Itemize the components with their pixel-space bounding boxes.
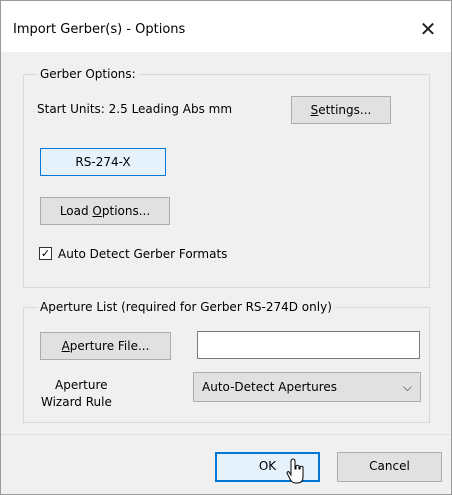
load-options-button-label: ptions... bbox=[101, 204, 151, 218]
auto-detect-label[interactable]: Auto Detect Gerber Formats bbox=[58, 247, 227, 261]
import-gerber-options-dialog: Import Gerber(s) - Options ✕ Gerber Opti… bbox=[0, 0, 452, 495]
cancel-button[interactable]: Cancel bbox=[337, 452, 442, 482]
mouse-cursor-icon bbox=[286, 458, 304, 484]
settings-button[interactable]: Settings... bbox=[291, 96, 391, 124]
wizard-rule-selected: Auto-Detect Apertures bbox=[202, 380, 337, 394]
aperture-label-line1: Aperture bbox=[55, 378, 108, 392]
settings-button-label: ettings... bbox=[318, 103, 372, 117]
close-icon[interactable]: ✕ bbox=[405, 9, 451, 49]
rs-274-x-button[interactable]: RS-274-X bbox=[40, 148, 166, 176]
aperture-file-button-mnemonic: A bbox=[61, 339, 70, 353]
load-options-button-mnemonic: O bbox=[92, 204, 102, 218]
load-options-button[interactable]: Load Options... bbox=[40, 197, 170, 225]
load-options-button-prefix: Load bbox=[59, 204, 93, 218]
title-bar: Import Gerber(s) - Options ✕ bbox=[1, 1, 451, 52]
aperture-file-input[interactable] bbox=[197, 331, 420, 359]
auto-detect-checkbox[interactable]: ✓ bbox=[39, 247, 52, 260]
start-units-label: Start Units: 2.5 Leading Abs mm bbox=[37, 102, 233, 116]
chevron-down-icon: ⌵ bbox=[402, 380, 412, 394]
footer-separator bbox=[1, 434, 451, 435]
window-title: Import Gerber(s) - Options bbox=[13, 22, 186, 37]
gerber-options-legend: Gerber Options: bbox=[37, 67, 139, 81]
aperture-file-button-label: perture File... bbox=[69, 339, 150, 353]
aperture-list-legend: Aperture List (required for Gerber RS-27… bbox=[37, 300, 335, 314]
wizard-rule-select[interactable]: Auto-Detect Apertures ⌵ bbox=[193, 372, 421, 402]
wizard-rule-label-line2: Wizard Rule bbox=[41, 395, 112, 409]
aperture-file-button[interactable]: Aperture File... bbox=[40, 332, 171, 360]
